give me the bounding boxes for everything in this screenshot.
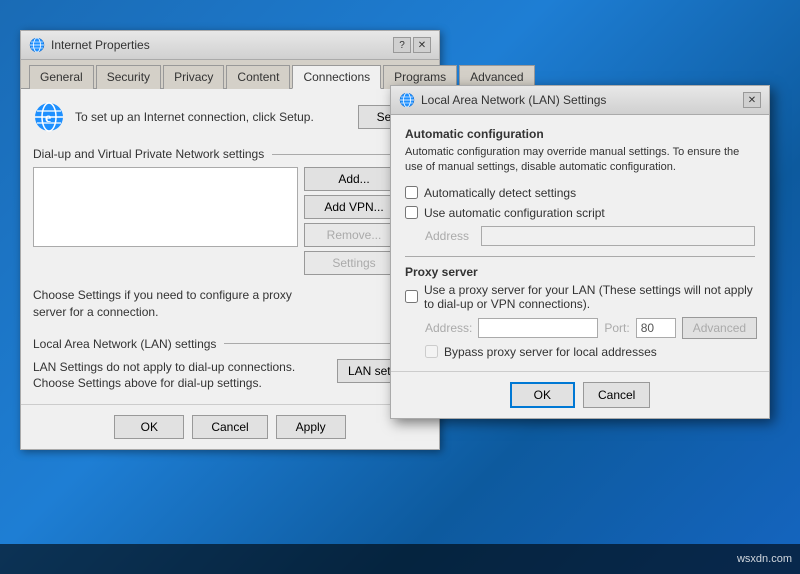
proxy-desc-label: Use a proxy server for your LAN (These s… xyxy=(424,283,755,311)
lan-cancel-button[interactable]: Cancel xyxy=(583,382,650,408)
side-buttons: Add... Add VPN... Remove... Settings xyxy=(304,167,404,275)
dial-section-label: Dial-up and Virtual Private Network sett… xyxy=(33,147,427,161)
svg-text:e: e xyxy=(45,111,51,126)
proxy-enable-checkbox[interactable] xyxy=(405,290,418,303)
auto-script-row: Use automatic configuration script xyxy=(405,206,755,220)
lan-section-label: Local Area Network (LAN) settings xyxy=(33,337,427,351)
lan-settings-dialog: Local Area Network (LAN) Settings ✕ Auto… xyxy=(390,85,770,419)
taskbar-watermark: wsxdn.com xyxy=(737,553,792,565)
inet-title: Internet Properties xyxy=(51,38,150,52)
setup-text: To set up an Internet connection, click … xyxy=(75,109,348,126)
lan-dialog-title: Local Area Network (LAN) Settings xyxy=(421,93,606,107)
cancel-button[interactable]: Cancel xyxy=(192,415,267,439)
section-divider xyxy=(405,256,755,257)
auto-config-desc: Automatic configuration may override man… xyxy=(405,145,755,176)
lan-titlebar-controls: ✕ xyxy=(743,92,761,108)
tab-privacy[interactable]: Privacy xyxy=(163,65,224,89)
inet-footer: OK Cancel Apply xyxy=(21,404,439,449)
help-button[interactable]: ? xyxy=(393,37,411,53)
remove-button[interactable]: Remove... xyxy=(304,223,404,247)
tab-connections[interactable]: Connections xyxy=(292,65,381,89)
connections-content: e To set up an Internet connection, clic… xyxy=(21,89,439,404)
auto-script-label: Use automatic configuration script xyxy=(424,206,605,220)
auto-detect-row: Automatically detect settings xyxy=(405,186,755,200)
proxy-heading: Proxy server xyxy=(405,265,755,279)
bypass-checkbox[interactable] xyxy=(425,345,438,358)
proxy-checkbox-row: Use a proxy server for your LAN (These s… xyxy=(405,283,755,311)
port-label: Port: xyxy=(604,321,629,335)
settings-button[interactable]: Settings xyxy=(304,251,404,275)
tab-security[interactable]: Security xyxy=(96,65,161,89)
lan-titlebar-left: Local Area Network (LAN) Settings xyxy=(399,92,606,108)
tab-content[interactable]: Content xyxy=(226,65,290,89)
tab-general[interactable]: General xyxy=(29,65,94,89)
script-address-input[interactable] xyxy=(481,226,755,246)
add-button[interactable]: Add... xyxy=(304,167,404,191)
auto-config-heading: Automatic configuration xyxy=(405,127,755,141)
lan-close-button[interactable]: ✕ xyxy=(743,92,761,108)
ie-icon: e xyxy=(33,101,65,133)
configure-text: Choose Settings if you need to configure… xyxy=(33,287,303,321)
lan-icon xyxy=(399,92,415,108)
internet-properties-window: Internet Properties ? ✕ General Security… xyxy=(20,30,440,450)
proxy-address-label: Address: xyxy=(425,321,472,335)
lan-dialog-titlebar: Local Area Network (LAN) Settings ✕ xyxy=(391,86,769,115)
lan-dialog-footer: OK Cancel xyxy=(391,371,769,418)
taskbar: wsxdn.com xyxy=(0,544,800,574)
proxy-address-row: Address: Port: Advanced xyxy=(425,317,755,339)
script-address-row: Address xyxy=(425,226,755,246)
lan-row: LAN Settings do not apply to dial-up con… xyxy=(33,359,427,393)
proxy-advanced-button[interactable]: Advanced xyxy=(682,317,757,339)
ok-button[interactable]: OK xyxy=(114,415,184,439)
inet-icon xyxy=(29,37,45,53)
titlebar-controls: ? ✕ xyxy=(393,37,431,53)
dial-listbox[interactable] xyxy=(33,167,298,247)
close-button[interactable]: ✕ xyxy=(413,37,431,53)
port-input[interactable] xyxy=(636,318,676,338)
proxy-address-input[interactable] xyxy=(478,318,598,338)
tab-bar: General Security Privacy Content Connect… xyxy=(21,60,439,89)
setup-row: e To set up an Internet connection, clic… xyxy=(33,101,427,133)
apply-button[interactable]: Apply xyxy=(276,415,346,439)
lan-description: LAN Settings do not apply to dial-up con… xyxy=(33,359,327,393)
inet-titlebar: Internet Properties ? ✕ xyxy=(21,31,439,60)
dial-row: Add... Add VPN... Remove... Settings xyxy=(33,167,427,275)
lan-dialog-content: Automatic configuration Automatic config… xyxy=(391,115,769,371)
bypass-label: Bypass proxy server for local addresses xyxy=(444,345,657,359)
auto-script-checkbox[interactable] xyxy=(405,206,418,219)
lan-ok-button[interactable]: OK xyxy=(510,382,575,408)
auto-detect-label: Automatically detect settings xyxy=(424,186,576,200)
auto-detect-checkbox[interactable] xyxy=(405,186,418,199)
titlebar-left: Internet Properties xyxy=(29,37,150,53)
bypass-row: Bypass proxy server for local addresses xyxy=(425,345,755,359)
address-label: Address xyxy=(425,229,475,243)
add-vpn-button[interactable]: Add VPN... xyxy=(304,195,404,219)
